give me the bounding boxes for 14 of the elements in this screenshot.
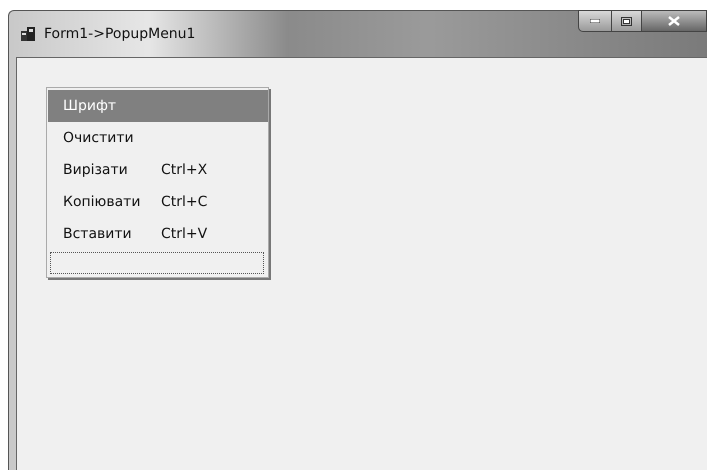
maximize-icon bbox=[621, 16, 632, 26]
menu-item[interactable]: Шрифт bbox=[48, 90, 268, 122]
new-menu-item-slot[interactable] bbox=[50, 252, 264, 274]
close-icon bbox=[668, 16, 680, 26]
minimize-button[interactable] bbox=[578, 10, 612, 32]
minimize-icon bbox=[590, 19, 600, 23]
window-title: Form1->PopupMenu1 bbox=[44, 26, 196, 42]
menu-item[interactable]: Копіювати Ctrl+C bbox=[48, 186, 268, 218]
close-button[interactable] bbox=[642, 10, 707, 32]
app-icon bbox=[20, 26, 36, 42]
menu-item[interactable]: Очистити bbox=[48, 122, 268, 154]
maximize-button[interactable] bbox=[612, 10, 642, 32]
menu-item[interactable]: Вставити Ctrl+V bbox=[48, 218, 268, 250]
menu-item[interactable]: Вирізати Ctrl+X bbox=[48, 154, 268, 186]
